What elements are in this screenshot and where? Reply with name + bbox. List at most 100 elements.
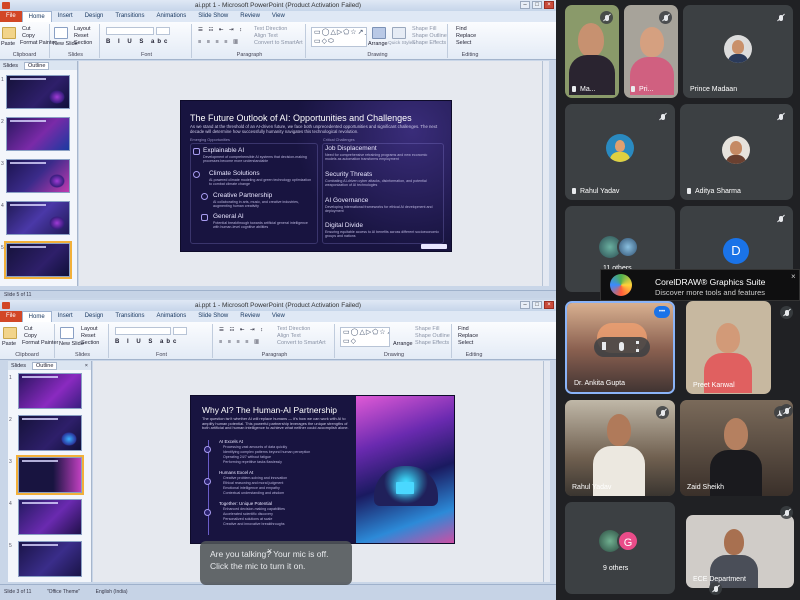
vertical-scrollbar[interactable] (542, 61, 549, 286)
reset-button[interactable]: Reset (74, 33, 88, 39)
slide-thumbnail[interactable] (6, 201, 70, 235)
find-button[interactable]: Find (456, 26, 467, 32)
select-button[interactable]: Select (458, 340, 473, 346)
participant-tile[interactable]: Ma... (565, 5, 619, 98)
close-button[interactable]: × (544, 1, 554, 9)
tab-design[interactable]: Design (79, 11, 110, 22)
shape-fill-button[interactable]: Shape Fill (415, 326, 439, 332)
tab-view[interactable]: View (266, 311, 291, 322)
font-size-box[interactable] (173, 327, 187, 335)
slide-thumbnail-selected[interactable] (16, 455, 84, 495)
slide-thumbnail-selected[interactable] (4, 241, 72, 279)
reset-button[interactable]: Reset (81, 333, 95, 339)
tab-view[interactable]: View (266, 11, 291, 22)
maximize-button[interactable]: □ (532, 1, 542, 9)
format-painter-button[interactable]: Format Painter (22, 340, 58, 346)
align-text-button[interactable]: Align Text (277, 333, 301, 339)
convert-smartart-button[interactable]: Convert to SmartArt (254, 40, 303, 46)
tab-file[interactable]: File (0, 11, 22, 22)
tab-file[interactable]: File (0, 311, 22, 322)
convert-smartart-button[interactable]: Convert to SmartArt (277, 340, 326, 346)
section-button[interactable]: Section (81, 340, 99, 346)
slide-thumbnail[interactable] (18, 499, 82, 535)
tab-home[interactable]: Home (21, 10, 52, 23)
layout-button[interactable]: Layout (74, 26, 91, 32)
section-button[interactable]: Section (74, 40, 92, 46)
font-name-box[interactable] (106, 27, 154, 35)
replace-button[interactable]: Replace (458, 333, 478, 339)
find-button[interactable]: Find (458, 326, 469, 332)
close-button[interactable]: × (544, 301, 554, 309)
list-buttons[interactable]: ☰ ☷ ⇤ ⇥ ↕ (198, 27, 244, 33)
shape-outline-button[interactable]: Shape Outline (415, 333, 450, 339)
align-buttons[interactable]: ≡ ≡ ≡ ≡ ▥ (198, 39, 240, 45)
shape-effects-button[interactable]: Shape Effects (415, 340, 449, 346)
pin-icon[interactable] (687, 188, 691, 194)
tab-animations[interactable]: Animations (151, 311, 193, 322)
shape-fill-button[interactable]: Shape Fill (412, 26, 436, 32)
list-buttons[interactable]: ☰ ☷ ⇤ ⇥ ↕ (219, 327, 265, 333)
participant-tile[interactable]: Pri... (624, 5, 678, 98)
tab-slide-show[interactable]: Slide Show (192, 311, 234, 322)
tab-transitions[interactable]: Transitions (109, 311, 150, 322)
tab-slides[interactable]: Slides (3, 63, 18, 69)
toast-close-button[interactable]: × (267, 545, 272, 557)
tab-slides[interactable]: Slides (11, 363, 26, 369)
participant-tile[interactable]: Rahul Yadav (565, 104, 675, 200)
text-direction-button[interactable]: Text Direction (277, 326, 310, 332)
tab-review[interactable]: Review (234, 11, 266, 22)
arrange-button[interactable]: Arrange (393, 341, 413, 347)
copy-button[interactable]: Copy (22, 33, 35, 39)
font-size-box[interactable] (156, 27, 170, 35)
participant-tile-speaking[interactable]: ••• Dr. Ankita Gupta (565, 301, 675, 394)
shapes-gallery[interactable]: ▭◯△▷⬠☆↗⤴{}▭◇⬭ (311, 27, 367, 47)
participant-tile[interactable]: Zaid Sheikh (680, 400, 793, 496)
tab-slide-show[interactable]: Slide Show (192, 11, 234, 22)
ad-close-button[interactable]: × (791, 272, 796, 281)
slide-thumbnail[interactable] (18, 415, 82, 451)
slide-thumbnail[interactable] (6, 117, 70, 151)
shapes-gallery[interactable]: ▭◯△▷⬠☆↗⤴{}▭◇ (340, 327, 390, 347)
tab-insert[interactable]: Insert (52, 11, 79, 22)
participant-tile[interactable]: ECE Department (686, 515, 794, 588)
tab-design[interactable]: Design (79, 311, 110, 322)
mic-icon[interactable] (619, 342, 624, 351)
more-menu-button[interactable]: ••• (654, 306, 670, 318)
paste-button[interactable]: Paste (1, 41, 15, 47)
participant-tile[interactable]: Preet Kanwal (686, 301, 771, 394)
others-tile[interactable]: G 9 others (565, 502, 675, 594)
tab-insert[interactable]: Insert (52, 311, 79, 322)
close-panel-icon[interactable]: × (85, 363, 88, 369)
shape-effects-button[interactable]: Shape Effects (412, 40, 446, 46)
participant-tile[interactable]: Rahul Yadav (565, 400, 675, 496)
pin-icon[interactable] (572, 86, 576, 92)
cut-button[interactable]: Cut (24, 326, 33, 332)
font-format-buttons[interactable]: B I U S abc (115, 339, 179, 345)
shape-outline-button[interactable]: Shape Outline (412, 33, 447, 39)
minimize-button[interactable]: – (520, 1, 530, 9)
align-buttons[interactable]: ≡ ≡ ≡ ≡ ▥ (219, 339, 261, 345)
font-name-box[interactable] (115, 327, 171, 335)
participant-tile[interactable]: Aditya Sharma (680, 104, 793, 200)
coreldraw-ad-banner[interactable]: CorelDRAW® Graphics Suite Discover more … (600, 269, 800, 301)
paste-button[interactable]: Paste (2, 341, 16, 347)
maximize-button[interactable]: □ (532, 301, 542, 309)
participant-tile[interactable]: Prince Madaan (683, 5, 793, 98)
pin-icon[interactable] (631, 86, 635, 92)
slide-thumbnail[interactable] (18, 373, 82, 409)
tab-animations[interactable]: Animations (151, 11, 193, 22)
font-format-buttons[interactable]: B I U S abc (106, 39, 170, 45)
tab-outline[interactable]: Outline (31, 361, 58, 370)
text-direction-button[interactable]: Text Direction (254, 26, 287, 32)
copy-button[interactable]: Copy (24, 333, 37, 339)
tab-home[interactable]: Home (21, 310, 52, 323)
tab-transitions[interactable]: Transitions (109, 11, 150, 22)
more-options-button[interactable] (636, 341, 639, 352)
layout-button[interactable]: Layout (81, 326, 98, 332)
arrange-button[interactable]: Arrange (368, 41, 388, 47)
format-painter-button[interactable]: Format Painter (20, 40, 56, 46)
pin-button[interactable] (602, 342, 606, 350)
align-text-button[interactable]: Align Text (254, 33, 278, 39)
tab-outline[interactable]: Outline (23, 61, 50, 70)
slide-thumbnail[interactable] (6, 159, 70, 193)
